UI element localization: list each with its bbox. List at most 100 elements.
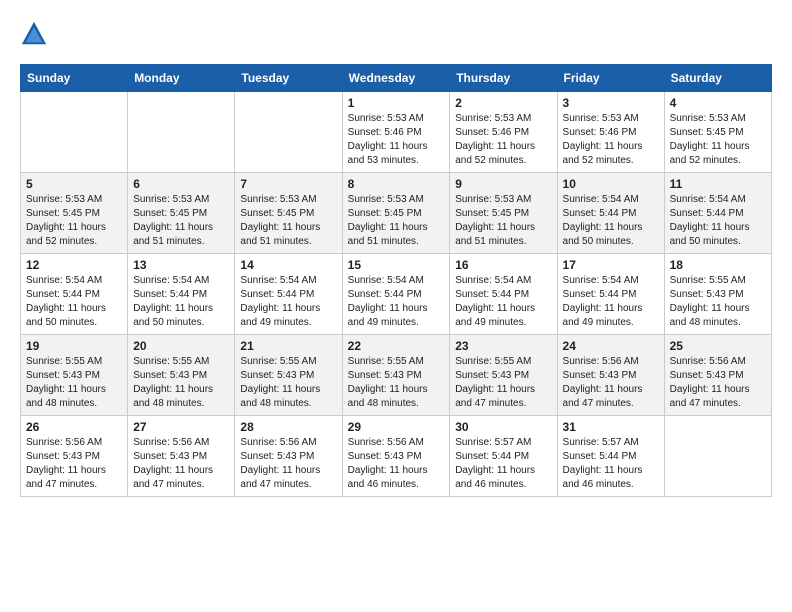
day-info: Sunrise: 5:53 AM Sunset: 5:45 PM Dayligh…	[348, 193, 445, 249]
logo-icon	[20, 20, 48, 48]
header-sunday: Sunday	[21, 65, 128, 92]
calendar-cell: 3 Sunrise: 5:53 AM Sunset: 5:46 PM Daylig…	[557, 92, 664, 173]
day-info: Sunrise: 5:55 AM Sunset: 5:43 PM Dayligh…	[240, 355, 336, 411]
calendar-cell: 19 Sunrise: 5:55 AM Sunset: 5:43 PM Dayli…	[21, 335, 128, 416]
day-info: Sunrise: 5:53 AM Sunset: 5:46 PM Dayligh…	[455, 112, 551, 168]
header-friday: Friday	[557, 65, 664, 92]
calendar-cell: 7Sunrise: 5:53 AM Sunset: 5:45 PM Daylig…	[235, 173, 342, 254]
day-info: Sunrise: 5:53 AM Sunset: 5:45 PM Dayligh…	[670, 112, 766, 168]
calendar-table: SundayMondayTuesdayWednesdayThursdayFrid…	[20, 64, 772, 497]
week-row-1: 1 Sunrise: 5:53 AM Sunset: 5:46 PM Daylig…	[21, 92, 772, 173]
day-info: Sunrise: 5:55 AM Sunset: 5:43 PM Dayligh…	[670, 274, 766, 330]
day-info: Sunrise: 5:55 AM Sunset: 5:43 PM Dayligh…	[455, 355, 551, 411]
header-wednesday: Wednesday	[342, 65, 450, 92]
day-number: 8	[348, 177, 445, 191]
day-info: Sunrise: 5:55 AM Sunset: 5:43 PM Dayligh…	[133, 355, 229, 411]
calendar-cell: 13 Sunrise: 5:54 AM Sunset: 5:44 PM Dayli…	[128, 254, 235, 335]
day-info: Sunrise: 5:54 AM Sunset: 5:44 PM Dayligh…	[240, 274, 336, 330]
calendar-cell: 5 Sunrise: 5:53 AM Sunset: 5:45 PM Daylig…	[21, 173, 128, 254]
day-number: 17	[563, 258, 659, 272]
day-number: 12	[26, 258, 122, 272]
header-row: SundayMondayTuesdayWednesdayThursdayFrid…	[21, 65, 772, 92]
calendar-cell: 8 Sunrise: 5:53 AM Sunset: 5:45 PM Daylig…	[342, 173, 450, 254]
day-number: 21	[240, 339, 336, 353]
day-info: Sunrise: 5:53 AM Sunset: 5:45 PM Dayligh…	[240, 193, 336, 249]
calendar-cell: 16 Sunrise: 5:54 AM Sunset: 5:44 PM Dayli…	[450, 254, 557, 335]
calendar-cell: 17 Sunrise: 5:54 AM Sunset: 5:44 PM Dayli…	[557, 254, 664, 335]
calendar-cell: 12 Sunrise: 5:54 AM Sunset: 5:44 PM Dayli…	[21, 254, 128, 335]
calendar-header: SundayMondayTuesdayWednesdayThursdayFrid…	[21, 65, 772, 92]
day-info: Sunrise: 5:53 AM Sunset: 5:45 PM Dayligh…	[26, 193, 122, 249]
day-number: 3	[563, 96, 659, 110]
calendar-cell: 4 Sunrise: 5:53 AM Sunset: 5:45 PM Daylig…	[664, 92, 771, 173]
day-info: Sunrise: 5:55 AM Sunset: 5:43 PM Dayligh…	[26, 355, 122, 411]
day-number: 10	[563, 177, 659, 191]
calendar-cell: 15 Sunrise: 5:54 AM Sunset: 5:44 PM Dayli…	[342, 254, 450, 335]
day-info: Sunrise: 5:54 AM Sunset: 5:44 PM Dayligh…	[563, 274, 659, 330]
calendar-cell: 20Sunrise: 5:55 AM Sunset: 5:43 PM Dayli…	[128, 335, 235, 416]
header-saturday: Saturday	[664, 65, 771, 92]
day-number: 22	[348, 339, 445, 353]
day-number: 25	[670, 339, 766, 353]
day-number: 18	[670, 258, 766, 272]
day-number: 23	[455, 339, 551, 353]
calendar-cell: 10 Sunrise: 5:54 AM Sunset: 5:44 PM Dayli…	[557, 173, 664, 254]
calendar-cell: 23 Sunrise: 5:55 AM Sunset: 5:43 PM Dayli…	[450, 335, 557, 416]
day-number: 4	[670, 96, 766, 110]
calendar-cell: 31 Sunrise: 5:57 AM Sunset: 5:44 PM Dayli…	[557, 416, 664, 497]
day-number: 16	[455, 258, 551, 272]
day-info: Sunrise: 5:57 AM Sunset: 5:44 PM Dayligh…	[455, 436, 551, 492]
calendar-cell: 29 Sunrise: 5:56 AM Sunset: 5:43 PM Dayli…	[342, 416, 450, 497]
day-info: Sunrise: 5:53 AM Sunset: 5:46 PM Dayligh…	[563, 112, 659, 168]
day-number: 11	[670, 177, 766, 191]
day-number: 28	[240, 420, 336, 434]
day-info: Sunrise: 5:54 AM Sunset: 5:44 PM Dayligh…	[455, 274, 551, 330]
day-info: Sunrise: 5:56 AM Sunset: 5:43 PM Dayligh…	[670, 355, 766, 411]
calendar-cell: 11 Sunrise: 5:54 AM Sunset: 5:44 PM Dayli…	[664, 173, 771, 254]
day-info: Sunrise: 5:57 AM Sunset: 5:44 PM Dayligh…	[563, 436, 659, 492]
day-number: 26	[26, 420, 122, 434]
day-number: 14	[240, 258, 336, 272]
calendar-cell	[21, 92, 128, 173]
day-number: 1	[348, 96, 445, 110]
day-number: 13	[133, 258, 229, 272]
day-info: Sunrise: 5:54 AM Sunset: 5:44 PM Dayligh…	[26, 274, 122, 330]
calendar-body: 1 Sunrise: 5:53 AM Sunset: 5:46 PM Daylig…	[21, 92, 772, 497]
day-number: 15	[348, 258, 445, 272]
day-info: Sunrise: 5:56 AM Sunset: 5:43 PM Dayligh…	[348, 436, 445, 492]
day-number: 5	[26, 177, 122, 191]
day-number: 24	[563, 339, 659, 353]
week-row-4: 19 Sunrise: 5:55 AM Sunset: 5:43 PM Dayli…	[21, 335, 772, 416]
day-number: 31	[563, 420, 659, 434]
calendar-cell	[128, 92, 235, 173]
calendar-cell: 21 Sunrise: 5:55 AM Sunset: 5:43 PM Dayli…	[235, 335, 342, 416]
day-info: Sunrise: 5:53 AM Sunset: 5:45 PM Dayligh…	[133, 193, 229, 249]
calendar-cell: 30Sunrise: 5:57 AM Sunset: 5:44 PM Dayli…	[450, 416, 557, 497]
day-info: Sunrise: 5:56 AM Sunset: 5:43 PM Dayligh…	[240, 436, 336, 492]
day-number: 2	[455, 96, 551, 110]
calendar-cell: 6Sunrise: 5:53 AM Sunset: 5:45 PM Daylig…	[128, 173, 235, 254]
day-info: Sunrise: 5:54 AM Sunset: 5:44 PM Dayligh…	[348, 274, 445, 330]
day-info: Sunrise: 5:53 AM Sunset: 5:45 PM Dayligh…	[455, 193, 551, 249]
day-info: Sunrise: 5:53 AM Sunset: 5:46 PM Dayligh…	[348, 112, 445, 168]
day-info: Sunrise: 5:56 AM Sunset: 5:43 PM Dayligh…	[133, 436, 229, 492]
calendar-cell	[664, 416, 771, 497]
day-number: 19	[26, 339, 122, 353]
day-info: Sunrise: 5:56 AM Sunset: 5:43 PM Dayligh…	[563, 355, 659, 411]
day-info: Sunrise: 5:54 AM Sunset: 5:44 PM Dayligh…	[133, 274, 229, 330]
calendar-cell: 26Sunrise: 5:56 AM Sunset: 5:43 PM Dayli…	[21, 416, 128, 497]
day-number: 29	[348, 420, 445, 434]
week-row-5: 26 Sunrise: 5:56 AM Sunset: 5:43 PM Dayli…	[21, 416, 772, 497]
day-number: 27	[133, 420, 229, 434]
calendar-cell: 14 Sunrise: 5:54 AM Sunset: 5:44 PM Dayli…	[235, 254, 342, 335]
header-thursday: Thursday	[450, 65, 557, 92]
day-info: Sunrise: 5:54 AM Sunset: 5:44 PM Dayligh…	[563, 193, 659, 249]
calendar-cell: 22Sunrise: 5:55 AM Sunset: 5:43 PM Dayli…	[342, 335, 450, 416]
header-tuesday: Tuesday	[235, 65, 342, 92]
calendar-cell: 28 Sunrise: 5:56 AM Sunset: 5:43 PM Dayli…	[235, 416, 342, 497]
page-header	[20, 20, 772, 48]
calendar-cell: 24 Sunrise: 5:56 AM Sunset: 5:43 PM Dayli…	[557, 335, 664, 416]
day-info: Sunrise: 5:54 AM Sunset: 5:44 PM Dayligh…	[670, 193, 766, 249]
calendar-cell: 1 Sunrise: 5:53 AM Sunset: 5:46 PM Daylig…	[342, 92, 450, 173]
calendar-cell: 25 Sunrise: 5:56 AM Sunset: 5:43 PM Dayli…	[664, 335, 771, 416]
